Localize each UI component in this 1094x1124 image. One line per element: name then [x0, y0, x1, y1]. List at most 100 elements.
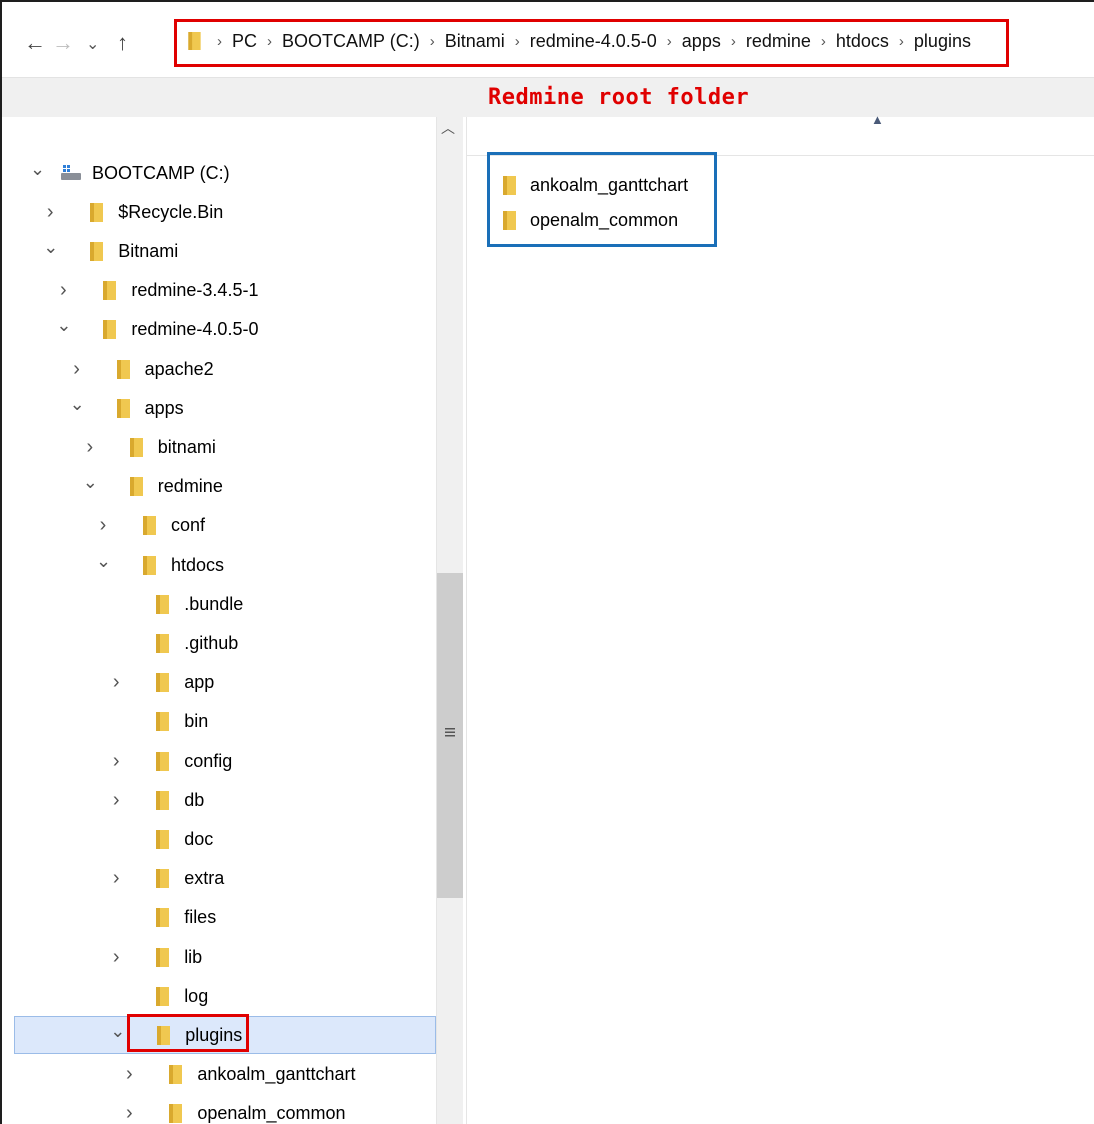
scroll-grip-icon: [445, 728, 455, 737]
chevron-down-icon[interactable]: ⌄: [43, 237, 58, 258]
tree-item[interactable]: › bitnami: [2, 428, 434, 466]
folder-icon: [90, 241, 104, 261]
tree-item[interactable]: › openalm_common: [2, 1095, 434, 1124]
chevron-right-icon[interactable]: ›: [122, 1102, 136, 1124]
tree-item-label: redmine-4.0.5-0: [131, 319, 259, 340]
folder-icon: [103, 281, 117, 301]
chevron-right-icon[interactable]: ›: [109, 750, 123, 773]
folder-icon: [156, 712, 170, 732]
tree-item-label: htdocs: [171, 554, 225, 575]
tree-item[interactable]: files: [2, 899, 434, 937]
tree-item-label: apps: [144, 397, 184, 418]
tree-item[interactable]: ⌄ apps: [2, 389, 434, 427]
tree-item[interactable]: ⌄ redmine: [2, 468, 434, 506]
folder-icon: [156, 594, 170, 614]
tree-item[interactable]: ⌄ redmine-4.0.5-0: [2, 311, 434, 349]
drive-icon: [61, 165, 81, 180]
folder-icon: [90, 202, 104, 222]
tree-item-label: .github: [184, 632, 239, 653]
tree-item[interactable]: › ankoalm_ganttchart: [2, 1056, 434, 1094]
folder-icon: [156, 633, 170, 653]
tree-item[interactable]: › apache2: [2, 350, 434, 388]
chevron-down-icon[interactable]: ⌄: [30, 159, 45, 180]
tree-item-label: apache2: [144, 358, 214, 379]
back-arrow-icon[interactable]: ←: [24, 30, 46, 56]
tree-item-label: openalm_common: [197, 1103, 346, 1124]
chevron-down-icon[interactable]: ⌄: [83, 472, 98, 493]
chevron-right-icon[interactable]: ›: [109, 946, 123, 969]
chevron-right-icon[interactable]: ›: [56, 279, 70, 302]
tree-item[interactable]: ⌄ htdocs: [2, 546, 434, 584]
tree-item-label: bitnami: [157, 436, 216, 457]
tree-item[interactable]: log: [2, 977, 434, 1015]
tree-item-label: doc: [184, 828, 214, 849]
chevron-down-icon[interactable]: ⌄: [96, 551, 111, 572]
tree-item[interactable]: › redmine-3.4.5-1: [2, 272, 434, 310]
tree-item[interactable]: › extra: [2, 860, 434, 898]
tree-item[interactable]: .bundle: [2, 585, 434, 623]
folder-icon: [156, 790, 170, 810]
folder-icon: [156, 986, 170, 1006]
pane-divider[interactable]: [466, 117, 467, 1124]
tree-item[interactable]: › app: [2, 664, 434, 702]
chevron-right-icon[interactable]: ›: [83, 436, 97, 459]
tree-item[interactable]: › lib: [2, 938, 434, 976]
tree-item[interactable]: .github: [2, 624, 434, 662]
chevron-right-icon[interactable]: ›: [109, 789, 123, 812]
scroll-up-chevron-icon[interactable]: ︿: [441, 118, 455, 138]
tree-item-label: BOOTCAMP (C:): [92, 162, 230, 183]
folder-icon: [156, 947, 170, 967]
folder-icon: [156, 869, 170, 889]
chevron-down-icon[interactable]: ⌄: [56, 315, 71, 336]
tree-item-label: db: [184, 789, 205, 810]
tree-item-label: redmine: [157, 476, 223, 497]
chevron-right-icon[interactable]: ›: [43, 201, 57, 224]
chevron-right-icon[interactable]: ›: [96, 514, 110, 537]
chevron-right-icon[interactable]: ›: [122, 1063, 136, 1086]
tree-item-label: ankoalm_ganttchart: [197, 1064, 356, 1085]
tree-item[interactable]: › config: [2, 742, 434, 780]
forward-arrow-icon[interactable]: →: [52, 30, 74, 56]
folder-icon: [156, 829, 170, 849]
up-arrow-icon[interactable]: ↑: [117, 30, 128, 56]
folder-icon: [156, 673, 170, 693]
tree-item-label: extra: [184, 868, 225, 889]
folder-icon: [169, 1104, 183, 1124]
navigation-tree[interactable]: ⌄ BOOTCAMP (C:) › $Recycle.Bin ⌄ Bitnami › redm…: [2, 117, 437, 1124]
folder-icon: [143, 555, 156, 575]
chevron-right-icon[interactable]: ›: [70, 358, 84, 381]
tree-item-label: log: [184, 985, 209, 1006]
tree-item[interactable]: ⌄ BOOTCAMP (C:): [2, 154, 434, 192]
chevron-down-icon[interactable]: ⌄: [110, 1021, 125, 1042]
chevron-right-icon[interactable]: ›: [109, 671, 123, 694]
folder-icon: [129, 477, 143, 497]
tree-item-label: redmine-3.4.5-1: [131, 280, 259, 301]
tree-item-label: app: [184, 672, 215, 693]
address-bar-highlight: [174, 19, 1009, 67]
tree-item[interactable]: ⌄ Bitnami: [2, 232, 434, 270]
file-list-highlight: [487, 152, 717, 247]
folder-icon: [156, 908, 170, 928]
tree-item[interactable]: › db: [2, 781, 434, 819]
folder-icon: [129, 437, 143, 457]
tree-item-label: bin: [184, 711, 209, 732]
tree-item-label: conf: [171, 515, 206, 536]
chevron-down-icon[interactable]: ⌄: [70, 394, 85, 415]
tree-item[interactable]: doc: [2, 820, 434, 858]
tree-item-label: files: [184, 907, 217, 928]
tree-item[interactable]: › $Recycle.Bin: [2, 193, 434, 231]
tree-item-label: lib: [184, 946, 203, 967]
annotation-label: Redmine root folder: [488, 85, 750, 110]
column-header[interactable]: [467, 117, 1094, 156]
chevron-right-icon[interactable]: ›: [109, 867, 123, 890]
recent-locations-chevron-icon[interactable]: ⌄: [86, 32, 99, 58]
tree-item[interactable]: bin: [2, 703, 434, 741]
tree-item-label: .bundle: [184, 593, 244, 614]
tree-item-label: config: [184, 750, 233, 771]
folder-icon: [156, 751, 170, 771]
tree-item[interactable]: › conf: [2, 507, 434, 545]
tree-item-label: $Recycle.Bin: [118, 201, 224, 222]
sort-ascending-icon: ▲: [871, 112, 884, 127]
folder-icon: [103, 320, 117, 340]
folder-icon: [116, 398, 130, 418]
